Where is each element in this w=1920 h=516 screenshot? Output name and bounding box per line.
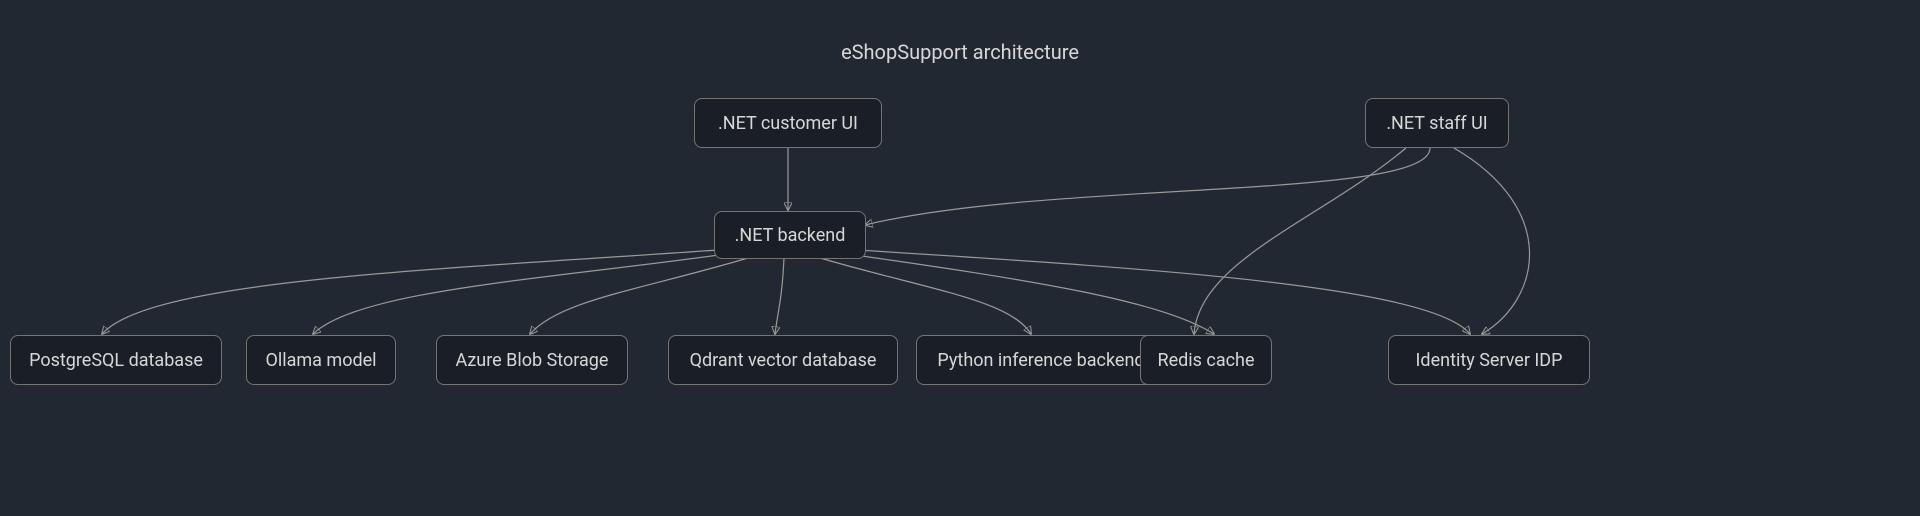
node-redis: Redis cache bbox=[1140, 335, 1272, 385]
diagram-edges bbox=[0, 0, 1920, 516]
node-customer-ui: .NET customer UI bbox=[694, 98, 882, 148]
node-blob: Azure Blob Storage bbox=[436, 335, 628, 385]
diagram-title: eShopSupport architecture bbox=[0, 40, 1920, 64]
node-idp: Identity Server IDP bbox=[1388, 335, 1590, 385]
node-ollama: Ollama model bbox=[246, 335, 396, 385]
node-python: Python inference backend bbox=[916, 335, 1166, 385]
node-staff-ui: .NET staff UI bbox=[1365, 98, 1509, 148]
node-postgres: PostgreSQL database bbox=[10, 335, 222, 385]
node-qdrant: Qdrant vector database bbox=[668, 335, 898, 385]
architecture-diagram: eShopSupport architecture .NET customer bbox=[0, 0, 1920, 516]
node-backend: .NET backend bbox=[714, 211, 866, 259]
